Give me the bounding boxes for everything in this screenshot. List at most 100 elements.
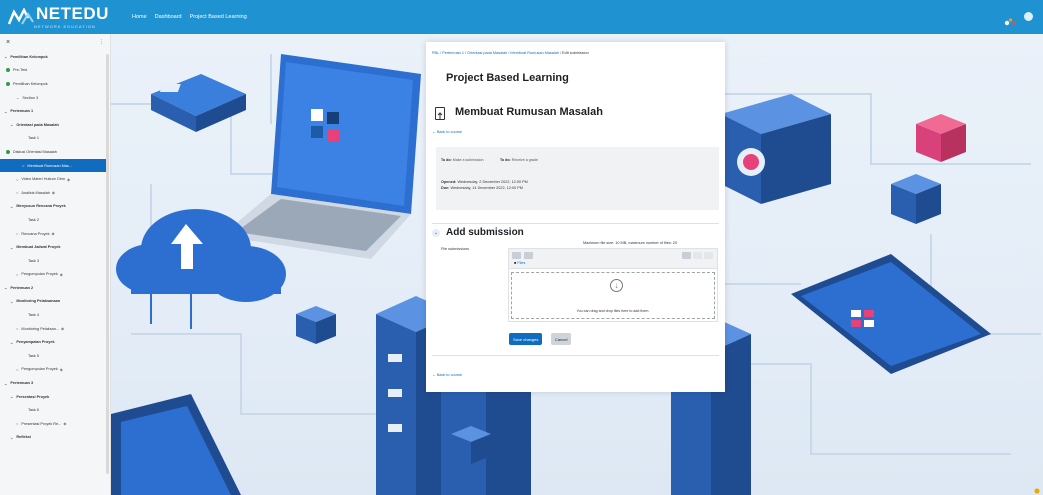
- sidebar-item[interactable]: ○ Pengumpulan Proyek ◆: [0, 363, 110, 377]
- sidebar-item[interactable]: ⌄ Refleksi: [0, 431, 110, 445]
- sidebar-item[interactable]: Diskusi Orientasi Masalah: [0, 145, 110, 159]
- top-navbar: NETEDU NETWORK EDUCATION Home Dashboard …: [0, 0, 1043, 34]
- help-icon[interactable]: [1034, 481, 1040, 494]
- sidebar-section[interactable]: ⌄ Pemilihan Kelompok: [0, 50, 110, 64]
- chevron-down-icon[interactable]: ⌄: [4, 109, 7, 114]
- restriction-icon: ◆: [67, 176, 71, 182]
- sidebar-item[interactable]: ○ Analisis Masalah ◆: [0, 186, 110, 200]
- back-to-course-link[interactable]: ← Back to course: [432, 130, 462, 134]
- sidebar-item[interactable]: Task 2: [0, 213, 110, 227]
- chevron-down-icon[interactable]: ⌄: [10, 204, 13, 209]
- restriction-icon: ◆: [59, 271, 63, 277]
- breadcrumb-orientasi[interactable]: Orientasi pada Masalah: [467, 51, 507, 55]
- sidebar-item[interactable]: Pemilihan Kelompok: [0, 77, 110, 91]
- arrow-left-icon: ←: [432, 130, 436, 134]
- sidebar-item[interactable]: ⌄ Monitoring Pelaksanaan: [0, 295, 110, 309]
- sidebar-item[interactable]: ⌄ Penyampaian Proyek: [0, 335, 110, 349]
- sidebar-item[interactable]: ○ Rencana Proyek ◆: [0, 227, 110, 241]
- chevron-down-icon[interactable]: ⌄: [10, 340, 13, 345]
- sidebar-item[interactable]: ⌄ Menyusun Rencana Proyek: [0, 200, 110, 214]
- sidebar-item-label: Task 5: [28, 353, 39, 358]
- create-folder-icon[interactable]: [524, 252, 533, 259]
- nav-home-link[interactable]: Home: [132, 14, 147, 20]
- files-folder-link[interactable]: ■ Files: [514, 261, 525, 265]
- breadcrumb-pertemuan[interactable]: Pertemuan 1: [442, 51, 464, 55]
- sidebar-item-label: Penyampaian Proyek: [16, 340, 55, 345]
- view-details-icon[interactable]: [693, 252, 702, 259]
- sidebar-item[interactable]: ○ Membuat Rumusan Mas...: [0, 158, 106, 173]
- logo-mark-icon: [7, 7, 34, 26]
- chevron-down-icon[interactable]: ⌄: [10, 122, 13, 127]
- sidebar-item[interactable]: Pre-Test: [0, 64, 110, 78]
- chevron-down-icon[interactable]: ⌄: [4, 381, 7, 386]
- sidebar-item[interactable]: Task 1: [0, 132, 110, 146]
- sidebar-item-label: Section 3: [22, 95, 39, 100]
- course-index-sidebar: × ⋮ ⌄ Pemilihan Kelompok Pre-Test Pemilihan…: [0, 34, 111, 495]
- edit-submission-panel: PBL / Pertemuan 1 / Orientasi pada Masal…: [426, 42, 725, 392]
- chevron-down-icon[interactable]: ⌄: [10, 245, 13, 250]
- cancel-button[interactable]: Cancel: [551, 333, 572, 345]
- user-avatar[interactable]: [1024, 12, 1033, 21]
- add-file-icon[interactable]: [512, 252, 521, 259]
- chevron-down-icon[interactable]: ⌄: [10, 394, 13, 399]
- chevron-down-icon[interactable]: ⌄: [4, 285, 7, 290]
- sidebar-item[interactable]: ⌄ Membuat Jadwal Proyek: [0, 240, 110, 254]
- sidebar-item[interactable]: ⌄ Section 3: [0, 91, 110, 105]
- sidebar-item-label: Pemilihan Kelompok: [10, 54, 48, 59]
- chevron-down-icon[interactable]: ⌄: [16, 95, 19, 100]
- max-file-size-text: Maximum file size: 10 MB, maximum number…: [583, 241, 678, 245]
- sidebar-menu-icon[interactable]: ⋮: [99, 39, 104, 45]
- sidebar-item[interactable]: Task 4: [0, 308, 110, 322]
- sidebar-item-label: Task 3: [28, 258, 39, 263]
- chevron-down-icon[interactable]: ⌄: [10, 299, 13, 304]
- sidebar-item[interactable]: Task 3: [0, 254, 110, 268]
- sidebar-item-label: Pertemuan 2: [10, 285, 34, 290]
- sidebar-item[interactable]: Task 5: [0, 349, 110, 363]
- sidebar-item[interactable]: ○ Pengumpulan Proyek ◆: [0, 268, 110, 282]
- sidebar-item-label: Task 2: [28, 217, 39, 222]
- view-tree-icon[interactable]: [704, 252, 713, 259]
- activity-title: Membuat Rumusan Masalah: [455, 106, 603, 118]
- chevron-down-icon[interactable]: ⌄: [4, 54, 7, 59]
- sidebar-item-label: Pemilihan Kelompok: [13, 81, 48, 86]
- sidebar-item-label: Presentasi Proyek: [16, 394, 50, 399]
- notification-icon[interactable]: [1004, 13, 1016, 25]
- chevron-down-icon[interactable]: ⌄: [432, 228, 440, 237]
- sidebar-item[interactable]: Task 6: [0, 403, 110, 417]
- logo-text: NETEDU: [36, 3, 109, 23]
- sidebar-item-label: Diskusi Orientasi Masalah: [13, 149, 57, 154]
- sidebar-section[interactable]: ⌄ Pertemuan 3: [0, 376, 110, 390]
- activity-dates: Opened: Wednesday, 2 December 2022, 12:0…: [441, 180, 528, 190]
- sidebar-item[interactable]: ⌄ Orientasi pada Masalah: [0, 118, 110, 132]
- download-arrow-icon: ↓: [610, 279, 623, 292]
- incomplete-icon: ○: [16, 190, 19, 196]
- sidebar-item[interactable]: ○ Presentasi Proyek Re... ◆: [0, 417, 110, 431]
- sidebar-item[interactable]: ○ Monitoring Pelaksan... ◆: [0, 322, 110, 336]
- divider: [432, 223, 719, 224]
- sidebar-item[interactable]: ⌄ Presentasi Proyek: [0, 390, 110, 404]
- sidebar-item[interactable]: ○ Video Materi Hukum Ohm ◆: [0, 172, 110, 186]
- breadcrumb-activity[interactable]: Membuat Rumusan Masalah: [510, 51, 559, 55]
- sidebar-item-label: Pengumpulan Proyek: [21, 367, 58, 372]
- sidebar-section[interactable]: ⌄ Pertemuan 1: [0, 104, 110, 118]
- close-sidebar-icon[interactable]: ×: [6, 39, 10, 46]
- file-dropzone[interactable]: ↓ You can drag and drop files here to ad…: [511, 272, 715, 319]
- course-title: Project Based Learning: [446, 72, 569, 84]
- sidebar-section[interactable]: ⌄ Pertemuan 2: [0, 281, 110, 295]
- add-submission-header[interactable]: ⌄ Add submission: [432, 227, 524, 238]
- nav-dashboard-link[interactable]: Dashboard: [155, 14, 182, 20]
- save-changes-button[interactable]: Save changes: [509, 333, 543, 345]
- sidebar-item-label: Menyusun Rencana Proyek: [16, 204, 66, 209]
- file-manager: ■ Files ↓ You can drag and drop files he…: [508, 248, 718, 322]
- back-to-course-link-bottom[interactable]: ← Back to course: [432, 373, 462, 377]
- completed-icon: [6, 149, 10, 154]
- breadcrumb-pbl[interactable]: PBL: [432, 51, 439, 55]
- sidebar-item-label: Refleksi: [16, 435, 31, 440]
- sidebar-item-label: Pertemuan 1: [10, 109, 34, 114]
- site-logo[interactable]: NETEDU NETWORK EDUCATION: [7, 3, 118, 29]
- nav-course-link[interactable]: Project Based Learning: [190, 14, 247, 20]
- chevron-down-icon[interactable]: ⌄: [10, 435, 13, 440]
- incomplete-icon: ○: [16, 326, 19, 332]
- sidebar-scrollbar[interactable]: [106, 54, 109, 474]
- view-icons-icon[interactable]: [682, 252, 691, 259]
